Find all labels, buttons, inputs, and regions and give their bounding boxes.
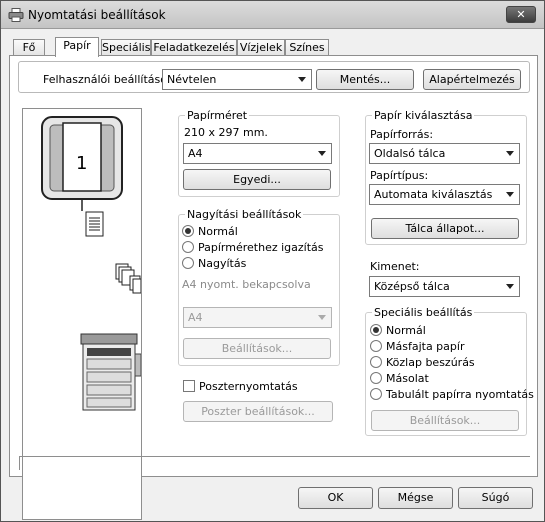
special-copy-label: Másolat (386, 372, 429, 385)
paper-source-label: Papírforrás: (370, 128, 434, 141)
user-settings-label: Felhasználói beállítások: (43, 73, 178, 86)
paper-selection-title: Papír kiválasztása (372, 109, 475, 122)
paper-type-label: Papírtípus: (370, 169, 429, 182)
user-settings-select[interactable]: Névtelen (162, 69, 312, 90)
zoom-enlarge-radio[interactable] (182, 257, 194, 269)
chevron-down-icon (298, 77, 306, 82)
zoom-enlarge-label: Nagyítás (198, 257, 247, 270)
poster-settings-button[interactable]: Poszter beállítások... (183, 401, 333, 422)
chevron-down-icon (506, 284, 514, 289)
special-normal-radio[interactable] (370, 324, 382, 336)
output-value: Középső tálca (374, 280, 450, 293)
chevron-down-icon (318, 315, 326, 320)
save-button[interactable]: Mentés... (316, 69, 414, 90)
status-bar (19, 456, 530, 470)
preview-page-number: 1 (76, 153, 88, 174)
close-icon: ✕ (516, 8, 526, 21)
poster-print-checkbox[interactable] (183, 380, 195, 392)
zoom-size-value: A4 (188, 311, 203, 324)
paper-size-select[interactable]: A4 (183, 143, 332, 164)
printing-preferences-window: Nyomtatási beállítások ✕ Fő Papír Speciá… (0, 0, 545, 522)
zoom-fit-label: Papírmérethez igazítás (198, 241, 324, 254)
paper-type-value: Automata kiválasztás (374, 188, 493, 201)
special-tab-paper-radio[interactable] (370, 388, 382, 400)
paper-dimensions: 210 x 297 mm. (184, 126, 268, 139)
chevron-down-icon (318, 151, 326, 156)
printer-icon (8, 8, 24, 22)
zoom-fit-radio[interactable] (182, 241, 194, 253)
special-insert-sheet-radio[interactable] (370, 356, 382, 368)
chevron-down-icon (506, 151, 514, 156)
special-tab-paper-label: Tabulált papírra nyomtatás (386, 388, 534, 401)
paper-size-title: Papírméret (185, 109, 250, 122)
zoom-settings-button[interactable]: Beállítások... (183, 338, 331, 359)
user-settings-value: Névtelen (167, 73, 217, 86)
output-select[interactable]: Középső tálca (369, 276, 520, 297)
tray-status-button[interactable]: Tálca állapot... (371, 218, 519, 239)
tab-paper[interactable]: Papír (55, 37, 99, 57)
window-title: Nyomtatási beállítások (28, 8, 166, 22)
special-insert-sheet-label: Közlap beszúrás (386, 356, 475, 369)
tab-advanced[interactable]: Speciális (101, 39, 151, 56)
tab-watermarks[interactable]: Vízjelek (237, 39, 285, 56)
special-copy-radio[interactable] (370, 372, 382, 384)
special-other-paper-label: Másfajta papír (386, 340, 465, 353)
tab-job-handling[interactable]: Feladatkezelés (151, 39, 237, 56)
zoom-size-select[interactable]: A4 (183, 307, 332, 328)
custom-size-button[interactable]: Egyedi... (183, 169, 331, 190)
ok-button[interactable]: OK (298, 487, 373, 509)
paper-source-select[interactable]: Oldalsó tálca (369, 143, 520, 164)
tab-main[interactable]: Fő (13, 39, 45, 56)
zoom-normal-label: Normál (198, 225, 238, 238)
title-bar: Nyomtatási beállítások ✕ (1, 1, 544, 29)
paper-tab-panel: Felhasználói beállítások: Névtelen Menté… (9, 55, 538, 520)
output-label: Kimenet: (370, 260, 420, 273)
help-button[interactable]: Súgó (458, 487, 533, 509)
poster-print-label: Poszternyomtatás (199, 380, 298, 393)
zoom-settings-title: Nagyítási beállítások (185, 208, 304, 221)
zoom-normal-radio[interactable] (182, 225, 194, 237)
special-settings-title: Speciális beállítás (372, 306, 475, 319)
chevron-down-icon (506, 192, 514, 197)
defaults-button[interactable]: Alapértelmezés (423, 69, 521, 90)
zoom-status-text: A4 nyomt. bekapcsolva (182, 278, 311, 291)
special-normal-label: Normál (386, 324, 426, 337)
close-button[interactable]: ✕ (506, 6, 536, 23)
cancel-button[interactable]: Mégse (378, 487, 453, 509)
paper-source-value: Oldalsó tálca (374, 147, 446, 160)
paper-type-select[interactable]: Automata kiválasztás (369, 184, 520, 205)
special-other-paper-radio[interactable] (370, 340, 382, 352)
tab-color[interactable]: Színes (285, 39, 329, 56)
special-settings-button[interactable]: Beállítások... (371, 410, 519, 431)
paper-size-value: A4 (188, 147, 203, 160)
